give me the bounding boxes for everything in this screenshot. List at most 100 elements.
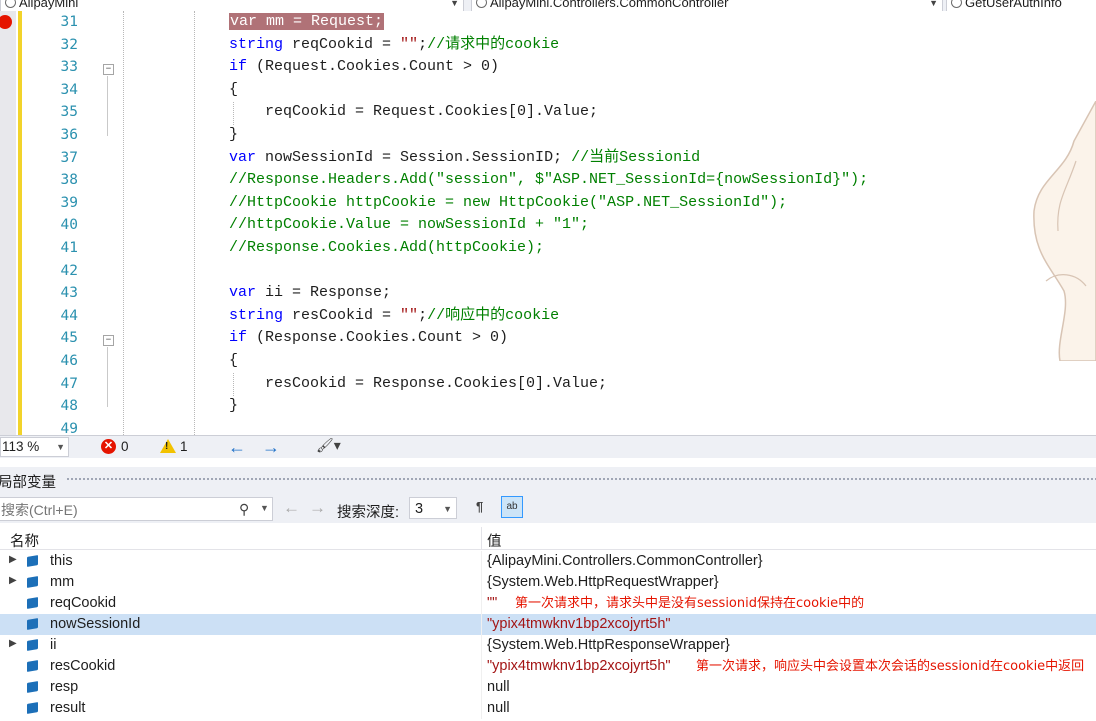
variable-value[interactable]: {AlipayMini.Controllers.CommonController… — [487, 553, 763, 569]
code-text[interactable]: if (Response.Cookies.Count > 0) — [229, 327, 508, 350]
column-header-name[interactable]: 名称 — [10, 530, 39, 551]
line-number: 32 — [60, 36, 78, 53]
column-separator — [481, 551, 482, 572]
navigate-forward-icon[interactable]: → — [262, 436, 280, 458]
expand-arrow-icon[interactable]: ▶ — [9, 554, 17, 565]
code-line[interactable]: 47 resCookid = Response.Cookies[0].Value; — [0, 373, 1096, 396]
code-line[interactable]: 31 var mm = Request; — [0, 11, 1096, 34]
code-text[interactable]: } — [229, 395, 238, 418]
background-illustration — [1033, 101, 1096, 361]
variable-value[interactable]: {System.Web.HttpResponseWrapper} — [487, 637, 730, 653]
line-number: 31 — [60, 14, 78, 30]
search-input[interactable] — [0, 498, 235, 522]
code-text[interactable]: var mm = Request; — [229, 11, 385, 34]
code-line[interactable]: 35 reqCookid = Request.Cookies[0].Value; — [0, 101, 1096, 124]
code-line[interactable]: 41 //Response.Cookies.Add(httpCookie); — [0, 237, 1096, 260]
local-variable-row[interactable]: resCookid "ypix4tmwknv1bp2xcojyrt5h" 第一次请求… — [0, 656, 1096, 677]
column-separator — [481, 677, 482, 698]
code-text[interactable]: //Response.Headers.Add("session", $"ASP.… — [229, 169, 868, 192]
search-icon[interactable]: ⚲ — [239, 501, 249, 518]
variable-icon — [27, 681, 38, 693]
variable-value[interactable]: "ypix4tmwknv1bp2xcojyrt5h" — [487, 658, 671, 674]
line-number: 40 — [60, 217, 78, 234]
local-variable-row[interactable]: reqCookid "" 第一次请求中，请求头中是没有sessionid保持在coo… — [0, 593, 1096, 614]
csharp-project-icon — [5, 0, 16, 8]
line-number: 42 — [60, 262, 78, 279]
pane-title: 局部变量 — [0, 475, 56, 491]
variable-value[interactable]: null — [487, 700, 510, 716]
error-count[interactable]: 0 — [121, 436, 129, 458]
code-line[interactable]: 46 { — [0, 350, 1096, 373]
code-text[interactable]: //Response.Cookies.Add(httpCookie); — [229, 237, 544, 260]
code-text[interactable]: if (Request.Cookies.Count > 0) — [229, 56, 499, 79]
code-line[interactable]: 37 var nowSessionId = Session.SessionID; … — [0, 147, 1096, 170]
method-icon — [951, 0, 962, 8]
code-text[interactable]: //httpCookie.Value = nowSessionId + "1"; — [229, 214, 589, 237]
code-line[interactable]: 45 if (Response.Cookies.Count > 0) — [0, 327, 1096, 350]
code-line[interactable]: 33 if (Request.Cookies.Count > 0) — [0, 56, 1096, 79]
line-number: 47 — [60, 375, 78, 392]
local-variable-row[interactable]: nowSessionId "ypix4tmwknv1bp2xcojyrt5h" — [0, 614, 1096, 635]
code-line[interactable]: 39 //HttpCookie httpCookie = new HttpCook… — [0, 192, 1096, 215]
warning-count[interactable]: 1 — [180, 436, 188, 458]
pin-icon[interactable]: ¶ — [476, 499, 483, 514]
expand-arrow-icon[interactable]: ▶ — [9, 575, 17, 586]
local-variable-row[interactable]: result null — [0, 698, 1096, 719]
code-line[interactable]: 42 — [0, 260, 1096, 283]
code-text[interactable]: string resCookid = "";//响应中的cookie — [229, 305, 559, 328]
code-text[interactable]: var ii = Response; — [229, 282, 391, 305]
error-icon[interactable]: ✕ — [101, 439, 116, 454]
code-text[interactable]: reqCookid = Request.Cookies[0].Value; — [265, 101, 598, 124]
local-variable-row[interactable]: ▶ this {AlipayMini.Controllers.CommonContr… — [0, 551, 1096, 572]
variable-value[interactable]: "ypix4tmwknv1bp2xcojyrt5h" — [487, 616, 671, 632]
chevron-down-icon: ▼ — [56, 442, 65, 452]
code-text[interactable]: var nowSessionId = Session.SessionID; //… — [229, 147, 700, 170]
code-line[interactable]: 36} — [0, 124, 1096, 147]
expand-arrow-icon[interactable]: ▶ — [9, 638, 17, 649]
navigate-back-icon[interactable]: ← — [228, 436, 246, 458]
view-toggle-button[interactable]: ab — [501, 496, 523, 518]
code-line[interactable]: 34 { — [0, 79, 1096, 102]
code-text[interactable]: string reqCookid = "";//请求中的cookie — [229, 34, 559, 57]
code-cleanup-icon[interactable]: 🖌▾ — [316, 437, 341, 454]
search-depth-dropdown[interactable]: 3 ▼ — [409, 497, 457, 519]
variable-value[interactable]: {System.Web.HttpRequestWrapper} — [487, 574, 719, 590]
annotation-note: 第一次请求中，请求头中是没有sessionid保持在cookie中的 — [515, 596, 865, 611]
code-line[interactable]: 32 string reqCookid = "";//请求中的cookie — [0, 34, 1096, 57]
column-separator[interactable] — [481, 527, 482, 549]
code-line[interactable]: 40 //httpCookie.Value = nowSessionId + "1… — [0, 214, 1096, 237]
zoom-dropdown[interactable]: 113 % ▼ — [0, 437, 69, 457]
warning-mark: ! — [165, 441, 169, 452]
variable-name: this — [50, 553, 73, 569]
pane-drag-grip[interactable] — [66, 477, 1096, 482]
variable-icon — [27, 702, 38, 714]
local-variable-row[interactable]: resp null — [0, 677, 1096, 698]
code-text[interactable]: } — [229, 124, 238, 147]
column-separator — [481, 572, 482, 593]
code-line[interactable]: 38 //Response.Headers.Add("session", $"AS… — [0, 169, 1096, 192]
column-header-value[interactable]: 值 — [487, 530, 502, 551]
column-separator — [481, 593, 482, 614]
editor-status-bar: 113 % ▼ ✕ 0 ! 1 ← → 🖌▾ — [0, 435, 1096, 458]
code-text[interactable]: { — [229, 350, 238, 373]
local-variable-row[interactable]: ▶ ii {System.Web.HttpResponseWrapper} — [0, 635, 1096, 656]
search-depth-label: 搜索深度: — [337, 505, 400, 521]
code-editor[interactable]: − − 31 var mm = Request; 32 string reqCooki… — [0, 11, 1096, 435]
variable-value[interactable]: "" — [487, 595, 497, 611]
locals-toolbar: ⚲ ▼ ← → 搜索深度: 3 ▼ ¶ ab — [0, 491, 1096, 523]
code-text[interactable]: resCookid = Response.Cookies[0].Value; — [265, 373, 607, 396]
code-text[interactable]: { — [229, 79, 238, 102]
variable-name: mm — [50, 574, 75, 590]
variable-icon — [27, 618, 38, 630]
search-previous-icon[interactable]: ← — [283, 499, 300, 517]
search-box[interactable]: ⚲ ▼ — [0, 497, 273, 522]
code-line[interactable]: 49 — [0, 418, 1096, 435]
search-next-icon[interactable]: → — [309, 499, 326, 517]
variable-value[interactable]: null — [487, 679, 510, 695]
code-line[interactable]: 44 string resCookid = "";//响应中的cookie — [0, 305, 1096, 328]
local-variable-row[interactable]: ▶ mm {System.Web.HttpRequestWrapper} — [0, 572, 1096, 593]
code-text[interactable]: //HttpCookie httpCookie = new HttpCookie… — [229, 192, 787, 215]
code-line[interactable]: 48} — [0, 395, 1096, 418]
code-line[interactable]: 43 var ii = Response; — [0, 282, 1096, 305]
chevron-down-icon[interactable]: ▼ — [260, 503, 269, 513]
